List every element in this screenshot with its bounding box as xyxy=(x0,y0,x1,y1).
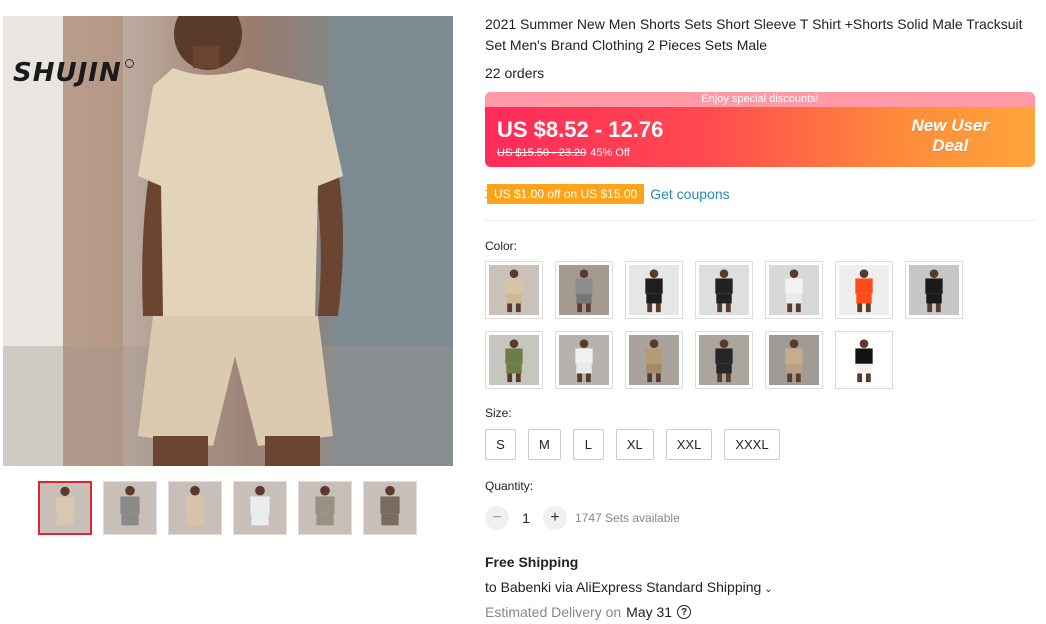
product-title: 2021 Summer New Men Shorts Sets Short Sl… xyxy=(485,16,1023,53)
stock-available: 1747 Sets available xyxy=(575,511,680,525)
registered-mark-icon xyxy=(125,59,134,68)
size-option-xxxl[interactable]: XXXL xyxy=(724,429,780,460)
coupon-tag[interactable]: US $1.00 off on US $15.00 xyxy=(485,184,645,204)
shipping-method-text: to Babenki via AliExpress Standard Shipp… xyxy=(485,579,762,595)
color-label: Color: xyxy=(485,239,518,253)
new-user-deal-badge[interactable]: New User Deal xyxy=(912,116,989,156)
color-swatch-orange[interactable] xyxy=(835,261,893,319)
size-option-l[interactable]: L xyxy=(572,429,604,460)
size-option-xxl[interactable]: XXL xyxy=(665,429,713,460)
shipping-method[interactable]: to Babenki via AliExpress Standard Shipp… xyxy=(485,579,773,595)
thumbnail-strip xyxy=(38,481,417,535)
color-swatch-size-chart[interactable] xyxy=(835,331,893,389)
color-swatch-army-green[interactable] xyxy=(485,331,543,389)
swatch-image xyxy=(489,265,539,315)
eta-label: Estimated Delivery on xyxy=(485,604,622,620)
quantity-label: Quantity: xyxy=(485,479,534,493)
color-swatch-black-white[interactable] xyxy=(625,261,683,319)
swatch-image xyxy=(699,265,749,315)
thumbnail-street-grey[interactable] xyxy=(298,481,352,535)
swatch-image xyxy=(909,265,959,315)
color-swatch-grey[interactable] xyxy=(555,261,613,319)
color-swatch-black-street[interactable] xyxy=(695,331,753,389)
main-product-image[interactable]: SHUJIN xyxy=(3,16,453,466)
size-options: S M L XL XXL XXXL xyxy=(485,429,780,460)
thumbnail-image xyxy=(104,482,156,534)
shipping-title: Free Shipping xyxy=(485,554,579,570)
swatch-image xyxy=(839,265,889,315)
thumbnail-image xyxy=(169,482,221,534)
size-option-xl[interactable]: XL xyxy=(615,429,654,460)
coupon-row: US $1.00 off on US $15.00 Get coupons xyxy=(485,184,730,204)
help-icon[interactable]: ? xyxy=(677,605,692,619)
size-label: Size: xyxy=(485,406,512,420)
discount-percent: 45% Off xyxy=(590,147,630,159)
thumbnail-image xyxy=(234,482,286,534)
brand-logo: SHUJIN xyxy=(13,58,122,88)
badge-line-1: New User xyxy=(911,116,989,135)
chevron-down-icon[interactable]: ⌄ xyxy=(764,584,772,595)
thumbnail-grey-set[interactable] xyxy=(103,481,157,535)
thumbnail-image xyxy=(364,482,416,534)
quantity-plus-button[interactable]: + xyxy=(543,506,567,530)
thumbnail-street-dark[interactable] xyxy=(363,481,417,535)
swatch-image xyxy=(559,335,609,385)
product-info: 2021 Summer New Men Shorts Sets Short Sl… xyxy=(485,14,1040,620)
current-price: US $8.52 - 12.76 xyxy=(497,117,664,142)
color-swatch-black-dark[interactable] xyxy=(905,261,963,319)
swatch-image xyxy=(629,335,679,385)
swatch-image xyxy=(839,335,889,385)
swatch-image xyxy=(629,265,679,315)
color-swatch-white[interactable] xyxy=(765,261,823,319)
divider xyxy=(485,220,1037,221)
get-coupons-link[interactable]: Get coupons xyxy=(650,186,729,202)
thumbnail-beige-set[interactable] xyxy=(38,481,92,535)
swatch-image xyxy=(769,265,819,315)
thumbnail-image xyxy=(40,483,90,533)
badge-line-2: Deal xyxy=(932,136,969,155)
eta-date: May 31 xyxy=(626,604,673,620)
swatch-image xyxy=(559,265,609,315)
thumbnail-size-chart[interactable] xyxy=(233,481,287,535)
color-swatch-khaki-street[interactable] xyxy=(625,331,683,389)
quantity-minus-button[interactable]: − xyxy=(485,506,509,530)
estimated-delivery: Estimated Delivery on May 31 ? xyxy=(485,604,692,620)
quantity-stepper: − 1 + 1747 Sets available xyxy=(485,506,680,530)
thumbnail-detail-shots[interactable] xyxy=(168,481,222,535)
quantity-value[interactable]: 1 xyxy=(509,510,543,526)
swatch-image xyxy=(769,335,819,385)
thumbnail-image xyxy=(299,482,351,534)
swatch-image xyxy=(489,335,539,385)
size-option-m[interactable]: M xyxy=(528,429,561,460)
order-count: 22 orders xyxy=(485,65,545,81)
price-banner: Enjoy special discounts! US $8.52 - 12.7… xyxy=(485,92,1035,167)
swatch-image xyxy=(699,335,749,385)
color-swatch-grid xyxy=(485,261,985,389)
size-option-s[interactable]: S xyxy=(485,429,516,460)
color-swatch-black[interactable] xyxy=(695,261,753,319)
original-price: US $15.50 - 23.20 xyxy=(497,147,587,159)
color-swatch-beige-street[interactable] xyxy=(765,331,823,389)
color-swatch-beige[interactable] xyxy=(485,261,543,319)
discount-strip: Enjoy special discounts! xyxy=(485,92,1035,107)
color-swatch-white-street[interactable] xyxy=(555,331,613,389)
original-price-row: US $15.50 - 23.20 45% Off xyxy=(497,147,630,159)
